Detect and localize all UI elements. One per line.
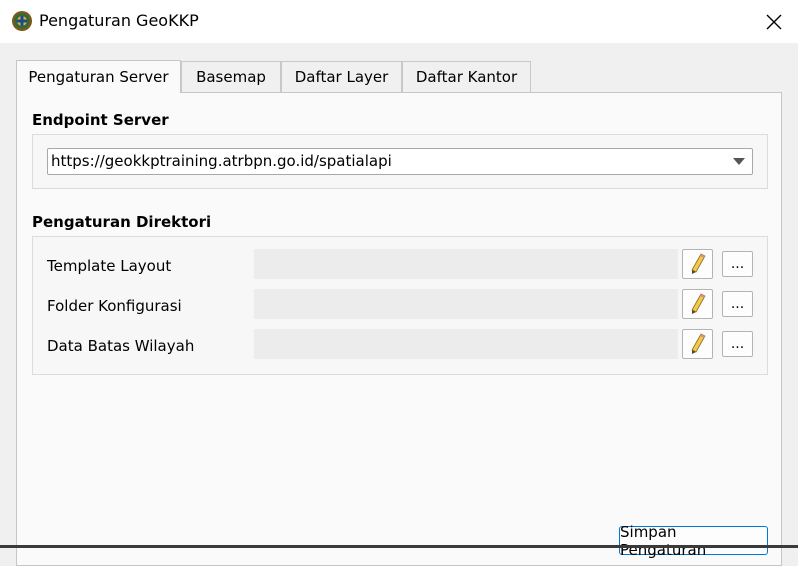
directory-section-title: Pengaturan Direktori (32, 213, 212, 231)
endpoint-selected-value: https://geokkptraining.atrbpn.go.id/spat… (51, 152, 392, 170)
tab-label: Daftar Kantor (415, 68, 518, 86)
close-button[interactable] (750, 0, 798, 43)
template-layout-label: Template Layout (47, 257, 172, 275)
close-icon (766, 14, 782, 29)
template-layout-browse-button[interactable]: ... (722, 251, 753, 277)
tab-pengaturan-server[interactable]: Pengaturan Server (16, 60, 181, 93)
tab-panel: Endpoint Server https://geokkptraining.a… (16, 92, 782, 566)
endpoint-group: https://geokkptraining.atrbpn.go.id/spat… (32, 134, 768, 189)
save-settings-button[interactable]: Simpan Pengaturan (619, 523, 768, 559)
dialog-body: Pengaturan Server Basemap Daftar Layer D… (0, 43, 798, 566)
title-bar: Pengaturan GeoKKP (0, 0, 798, 43)
endpoint-section-title: Endpoint Server (32, 111, 169, 129)
tab-daftar-layer[interactable]: Daftar Layer (281, 61, 402, 92)
window-title: Pengaturan GeoKKP (39, 11, 199, 30)
endpoint-server-select[interactable]: https://geokkptraining.atrbpn.go.id/spat… (47, 148, 753, 175)
pencil-icon (690, 293, 706, 314)
pencil-icon (690, 333, 706, 354)
browse-label: ... (730, 256, 745, 272)
browse-label: ... (730, 336, 745, 352)
data-batas-wilayah-browse-button[interactable]: ... (722, 331, 753, 357)
data-batas-wilayah-label: Data Batas Wilayah (47, 337, 195, 355)
pencil-icon (690, 253, 706, 274)
template-layout-edit-button[interactable] (682, 249, 713, 279)
dropdown-button[interactable] (726, 149, 752, 174)
data-batas-wilayah-path-field[interactable] (254, 329, 678, 359)
directory-group: Template Layout ... Folder Konfigurasi .… (32, 236, 768, 375)
geokkp-logo-icon (12, 11, 32, 31)
folder-konfigurasi-browse-button[interactable]: ... (722, 291, 753, 317)
template-layout-path-field[interactable] (254, 249, 678, 279)
folder-konfigurasi-edit-button[interactable] (682, 289, 713, 319)
tab-basemap[interactable]: Basemap (181, 61, 281, 92)
browse-label: ... (730, 296, 745, 312)
save-button-label: Simpan Pengaturan (620, 522, 707, 559)
tab-daftar-kantor[interactable]: Daftar Kantor (402, 61, 531, 92)
tab-label: Daftar Layer (294, 68, 389, 86)
folder-konfigurasi-label: Folder Konfigurasi (47, 297, 182, 315)
data-batas-wilayah-edit-button[interactable] (682, 329, 713, 359)
folder-konfigurasi-path-field[interactable] (254, 289, 678, 319)
chevron-down-icon (733, 158, 745, 165)
tab-label: Basemap (196, 68, 266, 86)
tab-label: Pengaturan Server (28, 68, 169, 86)
